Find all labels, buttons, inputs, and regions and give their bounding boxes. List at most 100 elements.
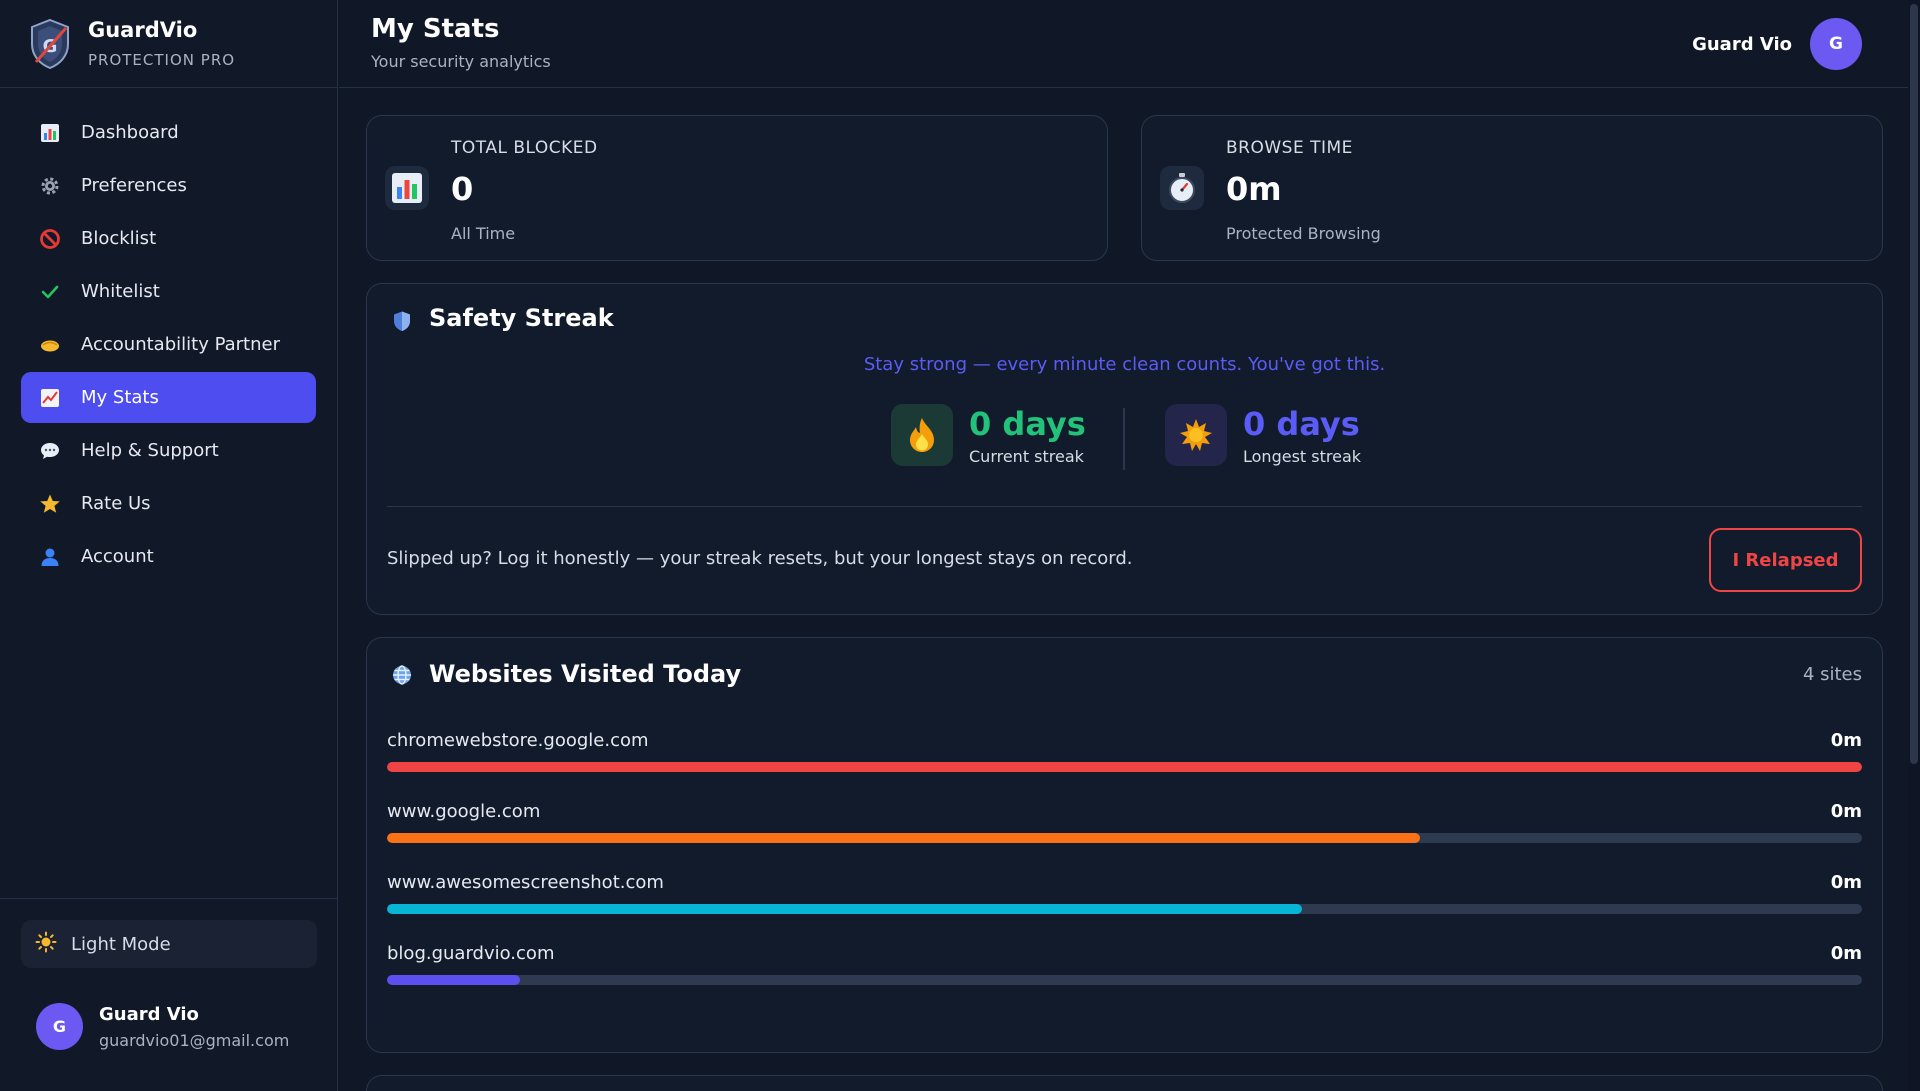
sidebar-item-label: Help & Support bbox=[81, 440, 219, 461]
site-count: 4 sites bbox=[1802, 664, 1862, 685]
sidebar-item-help-support[interactable]: Help & Support bbox=[21, 425, 316, 476]
sidebar-item-label: Account bbox=[81, 546, 154, 567]
light-mode-label: Light Mode bbox=[71, 933, 171, 955]
brand-subtitle: PROTECTION PRO bbox=[88, 51, 236, 69]
header-user-name: Guard Vio bbox=[1692, 33, 1792, 55]
sun-icon bbox=[35, 931, 57, 957]
next-card bbox=[366, 1075, 1883, 1091]
list-item[interactable]: www.google.com 0m bbox=[387, 801, 1862, 861]
sidebar-item-whitelist[interactable]: Whitelist bbox=[21, 266, 316, 317]
longest-streak: 0 days Longest streak bbox=[1165, 404, 1361, 466]
longest-streak-value: 0 days bbox=[1243, 404, 1360, 443]
sidebar: G GuardVio PROTECTION PRO Dashboard Pref… bbox=[0, 0, 338, 1091]
streak-separator bbox=[1123, 408, 1125, 470]
sidebar-item-blocklist[interactable]: Blocklist bbox=[21, 213, 316, 264]
list-item[interactable]: blog.guardvio.com 0m bbox=[387, 943, 1862, 1003]
site-usage-bar bbox=[387, 762, 1862, 772]
check-icon bbox=[39, 281, 61, 303]
site-usage-fill bbox=[387, 975, 520, 985]
stopwatch-icon bbox=[1160, 166, 1204, 210]
brand-name: GuardVio bbox=[88, 18, 198, 42]
current-streak-label: Current streak bbox=[969, 446, 1084, 466]
user-name: Guard Vio bbox=[99, 1003, 199, 1025]
header-user[interactable]: Guard Vio G bbox=[1692, 18, 1862, 70]
gear-icon bbox=[39, 175, 61, 197]
fire-icon bbox=[891, 404, 953, 466]
stat-value: 0m bbox=[1226, 170, 1282, 208]
sidebar-item-label: My Stats bbox=[81, 387, 159, 408]
sidebar-item-accountability-partner[interactable]: Accountability Partner bbox=[21, 319, 316, 370]
site-usage-bar bbox=[387, 904, 1862, 914]
sidebar-item-account[interactable]: Account bbox=[21, 531, 316, 582]
page-subtitle: Your security analytics bbox=[371, 52, 551, 71]
speech-bubble-icon bbox=[39, 440, 61, 462]
sidebar-item-label: Dashboard bbox=[81, 122, 179, 143]
light-mode-toggle[interactable]: Light Mode bbox=[21, 920, 317, 968]
sidebar-item-rate-us[interactable]: Rate Us bbox=[21, 478, 316, 529]
prohibited-icon bbox=[39, 228, 61, 250]
stat-label: TOTAL BLOCKED bbox=[451, 138, 598, 158]
list-item[interactable]: chromewebstore.google.com 0m bbox=[387, 730, 1862, 790]
site-time: 0m bbox=[1830, 730, 1862, 751]
site-usage-fill bbox=[387, 833, 1420, 843]
stat-note: All Time bbox=[451, 224, 516, 243]
bar-chart-icon bbox=[39, 122, 61, 144]
sidebar-item-preferences[interactable]: Preferences bbox=[21, 160, 316, 211]
site-usage-fill bbox=[387, 762, 1862, 772]
site-time: 0m bbox=[1830, 801, 1862, 822]
site-name: www.google.com bbox=[387, 801, 541, 822]
stat-value: 0 bbox=[451, 170, 474, 208]
streak-divider bbox=[387, 506, 1862, 507]
shield-icon bbox=[394, 311, 410, 331]
sidebar-item-dashboard[interactable]: Dashboard bbox=[21, 107, 316, 158]
brand: G GuardVio PROTECTION PRO bbox=[0, 0, 337, 88]
sidebar-item-label: Preferences bbox=[81, 175, 187, 196]
sidebar-item-label: Rate Us bbox=[81, 493, 151, 514]
handshake-icon bbox=[39, 334, 61, 356]
page-title: My Stats bbox=[371, 14, 500, 44]
websites-visited-card: Websites Visited Today 4 sites chromeweb… bbox=[366, 637, 1883, 1053]
chart-up-icon bbox=[39, 387, 61, 409]
header-avatar: G bbox=[1810, 18, 1862, 70]
relapse-hint: Slipped up? Log it honestly — your strea… bbox=[387, 548, 1133, 569]
globe-icon bbox=[393, 665, 411, 685]
bar-chart-icon bbox=[385, 166, 429, 210]
shield-logo-icon: G bbox=[31, 18, 69, 69]
user-icon bbox=[39, 546, 61, 568]
sun-icon bbox=[1165, 404, 1227, 466]
site-usage-fill bbox=[387, 904, 1302, 914]
site-name: blog.guardvio.com bbox=[387, 943, 555, 964]
scrollbar[interactable] bbox=[1908, 0, 1920, 1091]
browse-time-card: BROWSE TIME 0m Protected Browsing bbox=[1141, 115, 1883, 261]
stat-label: BROWSE TIME bbox=[1226, 138, 1353, 158]
scrollbar-thumb[interactable] bbox=[1910, 4, 1918, 764]
site-usage-bar bbox=[387, 975, 1862, 985]
relapse-button[interactable]: I Relapsed bbox=[1709, 528, 1862, 592]
motivation-text: Stay strong — every minute clean counts.… bbox=[863, 354, 1386, 375]
sidebar-item-label: Accountability Partner bbox=[81, 334, 280, 355]
site-name: www.awesomescreenshot.com bbox=[387, 872, 664, 893]
list-item[interactable]: www.awesomescreenshot.com 0m bbox=[387, 872, 1862, 932]
stat-note: Protected Browsing bbox=[1226, 224, 1381, 243]
sidebar-divider bbox=[0, 898, 338, 899]
sidebar-item-label: Whitelist bbox=[81, 281, 160, 302]
sidebar-nav: Dashboard Preferences Blocklist Whitelis… bbox=[0, 107, 337, 582]
star-icon bbox=[39, 493, 61, 515]
current-streak: 0 days Current streak bbox=[891, 404, 1086, 466]
safety-streak-card: Safety Streak Stay strong — every minute… bbox=[366, 283, 1883, 615]
current-streak-value: 0 days bbox=[969, 404, 1086, 443]
safety-streak-title: Safety Streak bbox=[429, 304, 614, 332]
total-blocked-card: TOTAL BLOCKED 0 All Time bbox=[366, 115, 1108, 261]
user-email: guardvio01@gmail.com bbox=[99, 1030, 290, 1050]
site-name: chromewebstore.google.com bbox=[387, 730, 649, 751]
site-usage-bar bbox=[387, 833, 1862, 843]
avatar: G bbox=[36, 1003, 83, 1050]
site-time: 0m bbox=[1830, 872, 1862, 893]
site-time: 0m bbox=[1830, 943, 1862, 964]
longest-streak-label: Longest streak bbox=[1243, 446, 1362, 466]
sidebar-item-my-stats[interactable]: My Stats bbox=[21, 372, 316, 423]
websites-title: Websites Visited Today bbox=[429, 660, 742, 688]
page-header: My Stats Your security analytics Guard V… bbox=[339, 0, 1908, 88]
sidebar-item-label: Blocklist bbox=[81, 228, 157, 249]
sidebar-user[interactable]: G Guard Vio guardvio01@gmail.com bbox=[36, 1003, 289, 1050]
